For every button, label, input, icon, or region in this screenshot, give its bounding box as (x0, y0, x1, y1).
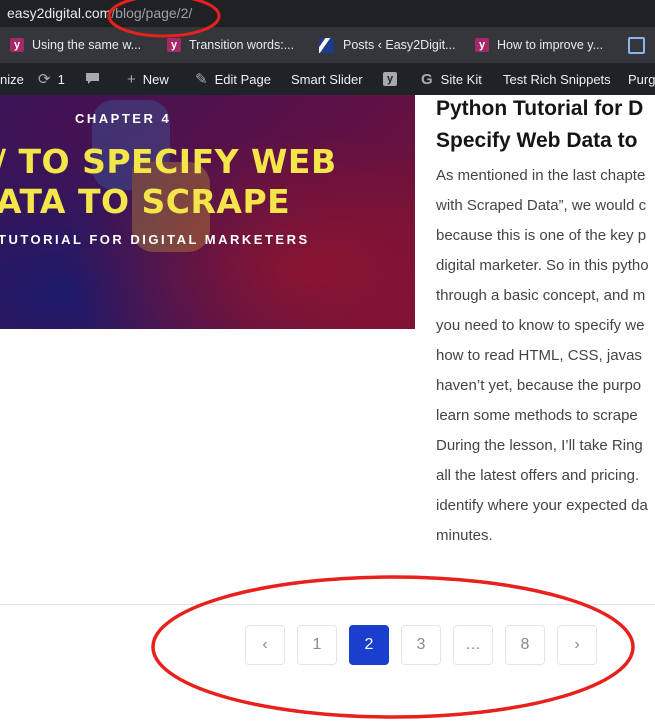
browser-url-bar[interactable]: easy2digital.com/blog/page/2/ (0, 0, 655, 27)
page-8-button[interactable]: 8 (505, 625, 545, 665)
excerpt-line: As mentioned in the last chapte (436, 167, 646, 184)
hero-subtitle: TUTORIAL FOR DIGITAL MARKETERS (0, 232, 310, 247)
excerpt-line: digital marketer. So in this pytho (436, 257, 649, 274)
comment-icon (86, 73, 99, 84)
next-page-button[interactable]: › (557, 625, 597, 665)
yoast-icon: y (10, 38, 24, 52)
hero-headline-line1: / TO SPECIFY WEB (0, 142, 337, 181)
page-ellipsis: … (453, 625, 493, 665)
hero-chapter: CHAPTER 4 (75, 111, 172, 126)
yoast-link[interactable]: y (383, 63, 397, 95)
customize-label: nize (0, 71, 24, 87)
excerpt-line: haven’t yet, because the purpo (436, 377, 642, 394)
pencil-icon: ✎ (195, 71, 208, 88)
purge-link[interactable]: Purg (628, 63, 655, 95)
customize-link[interactable]: nize (0, 63, 24, 95)
article-excerpt: As mentioned in the last chapte with Scr… (436, 165, 649, 555)
smart-slider-link[interactable]: Smart Slider (291, 63, 363, 95)
excerpt-line: During the lesson, I’ll take Ring (436, 437, 643, 454)
bookmarks-bar: y Using the same w... y Transition words… (0, 27, 655, 63)
bookmark-item[interactable]: y How to improve y... (475, 27, 603, 63)
excerpt-line: through a basic concept, and m (436, 287, 646, 304)
excerpt-line: with Scraped Data”, we would c (436, 197, 647, 214)
bookmark-page-icon (628, 36, 645, 54)
url-domain: easy2digital.com (7, 5, 112, 21)
bookmark-item[interactable]: y Transition words:... (167, 27, 294, 63)
excerpt-line: because this is one of the key p (436, 227, 647, 244)
rich-snippets-link[interactable]: Test Rich Snippets (503, 63, 611, 95)
yoast-icon: y (475, 38, 489, 52)
bookmark-label: Transition words:... (189, 38, 295, 52)
url-path: /blog/page/2/ (111, 5, 193, 21)
article-title[interactable]: Python Tutorial for D Specify Web Data t… (436, 93, 655, 157)
prev-page-button[interactable]: ‹ (245, 625, 285, 665)
updates-link[interactable]: ⟳ 1 (38, 63, 65, 95)
hero-headline-line2: ATA TO SCRAPE (0, 182, 291, 221)
plus-icon: + (127, 70, 136, 88)
excerpt-line: how to read HTML, CSS, javas (436, 347, 642, 364)
edit-page-link[interactable]: ✎ Edit Page (195, 63, 271, 95)
excerpt-line: learn some methods to scrape (436, 407, 638, 424)
bookmark-label: Using the same w... (32, 38, 142, 52)
new-link[interactable]: + New (127, 63, 169, 95)
yoast-icon: y (167, 38, 181, 52)
bookmark-label: How to improve y... (497, 38, 604, 52)
excerpt-line: minutes. (436, 527, 493, 544)
site-kit-link[interactable]: G Site Kit (421, 63, 482, 95)
bookmark-label: Posts ‹ Easy2Digit... (343, 38, 456, 52)
bookmark-item[interactable] (628, 27, 645, 63)
excerpt-line: you need to know to specify we (436, 317, 645, 334)
page-1-button[interactable]: 1 (297, 625, 337, 665)
page-2-button-current[interactable]: 2 (349, 625, 389, 665)
yoast-icon: y (383, 72, 397, 86)
site-kit-label: Site Kit (440, 71, 482, 87)
updates-count: 1 (57, 71, 65, 87)
featured-image[interactable]: CHAPTER 4 / TO SPECIFY WEB ATA TO SCRAPE… (0, 95, 415, 329)
url-text[interactable]: easy2digital.com/blog/page/2/ (7, 5, 192, 21)
rich-snippets-label: Test Rich Snippets (503, 71, 611, 87)
excerpt-line: identify where your expected da (436, 497, 648, 514)
smart-slider-label: Smart Slider (291, 71, 363, 87)
article-title-line: Python Tutorial for D (436, 97, 644, 120)
edit-page-label: Edit Page (214, 71, 271, 87)
bookmark-item[interactable]: y Using the same w... (10, 27, 141, 63)
article-title-line: Specify Web Data to (436, 129, 638, 152)
google-icon: G (421, 70, 433, 88)
section-divider (0, 604, 655, 605)
excerpt-line: all the latest offers and pricing. (436, 467, 640, 484)
purge-label: Purg (628, 71, 655, 87)
new-label: New (142, 71, 169, 87)
posts-icon (319, 37, 334, 53)
bookmark-item[interactable]: Posts ‹ Easy2Digit... (319, 27, 456, 63)
refresh-icon: ⟳ (38, 71, 51, 88)
comments-link[interactable] (85, 63, 100, 95)
page-3-button[interactable]: 3 (401, 625, 441, 665)
wp-admin-bar: nize ⟳ 1 + New ✎ Edit Page Smart Slider … (0, 63, 655, 95)
